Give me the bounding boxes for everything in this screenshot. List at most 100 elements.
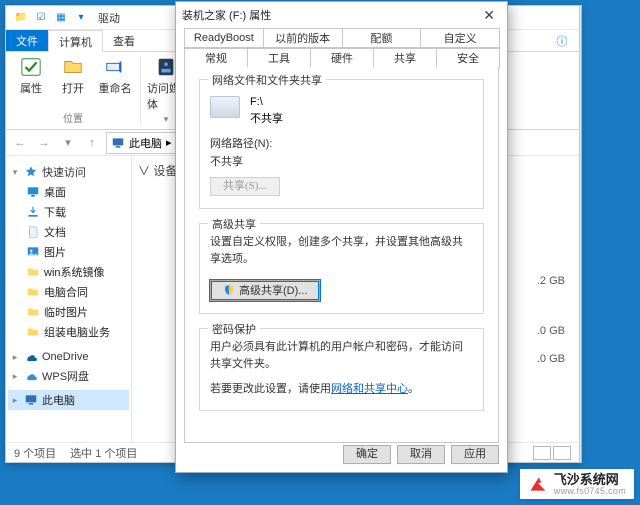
tabstrip: ReadyBoost 以前的版本 配额 自定义 常规 工具 硬件 共享 安全 网… — [184, 28, 499, 443]
nav-onedrive-label: OneDrive — [42, 351, 88, 363]
this-pc-icon — [111, 136, 125, 150]
ribbon-rename-button[interactable]: 重命名 — [96, 56, 134, 96]
nav-pictures[interactable]: 图片 — [8, 242, 129, 262]
nav-this-pc[interactable]: ▸此电脑 — [8, 390, 129, 410]
nav-downloads[interactable]: 下载 — [8, 202, 129, 222]
folder-icon — [26, 305, 40, 319]
tab-previous-versions[interactable]: 以前的版本 — [263, 28, 343, 48]
nav-pc-contracts[interactable]: 电脑合同 — [8, 282, 129, 302]
nav-recent-dropdown[interactable]: ▾ — [58, 133, 78, 153]
explorer-contextual-label: 驱动 — [98, 10, 120, 26]
ribbon-tab-view[interactable]: 查看 — [103, 30, 145, 51]
ribbon-open-label: 打开 — [62, 80, 84, 96]
tab-readyboost[interactable]: ReadyBoost — [184, 28, 264, 48]
network-sharing-center-link[interactable]: 网络和共享中心 — [331, 383, 408, 395]
nav-quick-access-label: 快速访问 — [42, 164, 86, 180]
qat-properties-icon[interactable]: ☑ — [34, 11, 48, 25]
group-advanced-sharing: 高级共享 设置自定义权限，创建多个共享，并设置其他高级共享选项。 高级共享(D)… — [199, 223, 484, 314]
ribbon-group-location-label: 位置 — [63, 108, 83, 125]
rename-icon — [104, 56, 126, 78]
uac-shield-icon — [223, 284, 235, 296]
nav-documents-label: 文档 — [44, 224, 66, 240]
ribbon-tab-computer[interactable]: 计算机 — [48, 30, 103, 52]
status-item-count: 9 个项目 — [14, 445, 56, 461]
media-server-icon — [155, 56, 177, 78]
nav-up-button[interactable]: ↑ — [82, 133, 102, 153]
breadcrumb-chevron-icon[interactable]: ▸ — [166, 136, 172, 149]
share-state-label: 不共享 — [250, 111, 283, 128]
dialog-close-button[interactable]: ✕ — [477, 7, 501, 24]
documents-icon — [26, 225, 40, 239]
quick-access-toolbar: 📁 ☑ ▦ ▾ — [10, 11, 88, 25]
share-button[interactable]: 共享(S)... — [210, 177, 280, 196]
ok-button[interactable]: 确定 — [343, 445, 391, 464]
dialog-button-row: 确定 取消 应用 — [343, 445, 499, 464]
ribbon-tab-file[interactable]: 文件 — [6, 30, 48, 51]
ribbon-properties-label: 属性 — [20, 80, 42, 96]
tab-hardware[interactable]: 硬件 — [310, 48, 374, 68]
ribbon-open-button[interactable]: 打开 — [54, 56, 92, 96]
nav-temp-images[interactable]: 临时图片 — [8, 302, 129, 322]
nav-quick-access[interactable]: ▾快速访问 — [8, 162, 129, 182]
tab-sharing[interactable]: 共享 — [373, 48, 437, 68]
password-desc: 用户必须具有此计算机的用户帐户和密码，才能访问共享文件夹。 — [210, 339, 473, 373]
watermark-name: 飞沙系统网 — [554, 473, 626, 487]
password-change-suffix: 。 — [408, 383, 419, 395]
group-advanced-sharing-title: 高级共享 — [208, 216, 260, 232]
folder-icon — [26, 325, 40, 339]
nav-desktop-label: 桌面 — [44, 184, 66, 200]
view-details-button[interactable] — [533, 446, 551, 460]
qat-newfolder-icon[interactable]: ▦ — [54, 11, 68, 25]
password-change-line: 若要更改此设置，请使用网络和共享中心。 — [210, 381, 473, 398]
status-selected-count: 选中 1 个项目 — [70, 445, 137, 461]
tab-customize[interactable]: 自定义 — [420, 28, 500, 48]
advanced-sharing-button[interactable]: 高级共享(D)... — [210, 280, 320, 301]
properties-dialog: 装机之家 (F:) 属性 ✕ ReadyBoost 以前的版本 配额 自定义 常… — [175, 1, 508, 473]
nav-team-tasks-label: 组装电脑业务 — [44, 324, 110, 340]
nav-desktop[interactable]: 桌面 — [8, 182, 129, 202]
advanced-sharing-desc: 设置自定义权限，创建多个共享，并设置其他高级共享选项。 — [210, 234, 473, 268]
apply-button[interactable]: 应用 — [451, 445, 499, 464]
drive-icon — [210, 96, 240, 118]
folder-icon[interactable]: 📁 — [14, 11, 28, 25]
tab-security[interactable]: 安全 — [436, 48, 500, 68]
view-tiles-button[interactable] — [553, 446, 571, 460]
nav-win-images[interactable]: win系统镜像 — [8, 262, 129, 282]
ribbon-group-location: 属性 打开 重命名 位置 — [6, 56, 141, 125]
nav-win-images-label: win系统镜像 — [44, 264, 105, 280]
group-password-title: 密码保护 — [208, 321, 260, 337]
star-icon — [24, 165, 38, 179]
watermark-logo-icon — [528, 474, 548, 494]
open-folder-icon — [62, 56, 84, 78]
nav-downloads-label: 下载 — [44, 204, 66, 220]
tab-general[interactable]: 常规 — [184, 48, 248, 68]
group-network-sharing-title: 网络文件和文件夹共享 — [208, 72, 326, 88]
group-network-sharing: 网络文件和文件夹共享 F:\ 不共享 网络路径(N): 不共享 共享(S)... — [199, 79, 484, 209]
nav-forward-button[interactable]: → — [34, 133, 54, 153]
nav-onedrive[interactable]: ▸OneDrive — [8, 348, 129, 366]
nav-wps-label: WPS网盘 — [42, 368, 89, 384]
breadcrumb-label: 此电脑 — [129, 135, 162, 151]
dialog-titlebar: 装机之家 (F:) 属性 ✕ — [176, 2, 507, 28]
nav-documents[interactable]: 文档 — [8, 222, 129, 242]
address-breadcrumb[interactable]: 此电脑 ▸ — [106, 132, 177, 154]
tab-panel-sharing: 网络文件和文件夹共享 F:\ 不共享 网络路径(N): 不共享 共享(S)...… — [184, 67, 499, 443]
folder-icon — [26, 265, 40, 279]
ribbon-properties-button[interactable]: 属性 — [12, 56, 50, 96]
onedrive-icon — [24, 350, 38, 364]
share-path-label: F:\ — [250, 94, 283, 111]
tab-tools[interactable]: 工具 — [247, 48, 311, 68]
ribbon-help-icon[interactable]: ⓘ — [545, 30, 579, 51]
cancel-button[interactable]: 取消 — [397, 445, 445, 464]
nav-wps[interactable]: ▸WPS网盘 — [8, 366, 129, 386]
nav-pc-contracts-label: 电脑合同 — [44, 284, 88, 300]
nav-back-button[interactable]: ← — [10, 133, 30, 153]
folder-icon — [26, 285, 40, 299]
nav-temp-images-label: 临时图片 — [44, 304, 88, 320]
tab-quota[interactable]: 配额 — [342, 28, 422, 48]
qat-dropdown-icon[interactable]: ▾ — [74, 11, 88, 25]
password-change-prefix: 若要更改此设置，请使用 — [210, 383, 331, 395]
chevron-down-icon: ▾ — [161, 114, 171, 125]
nav-team-tasks[interactable]: 组装电脑业务 — [8, 322, 129, 342]
ribbon-rename-label: 重命名 — [99, 80, 132, 96]
